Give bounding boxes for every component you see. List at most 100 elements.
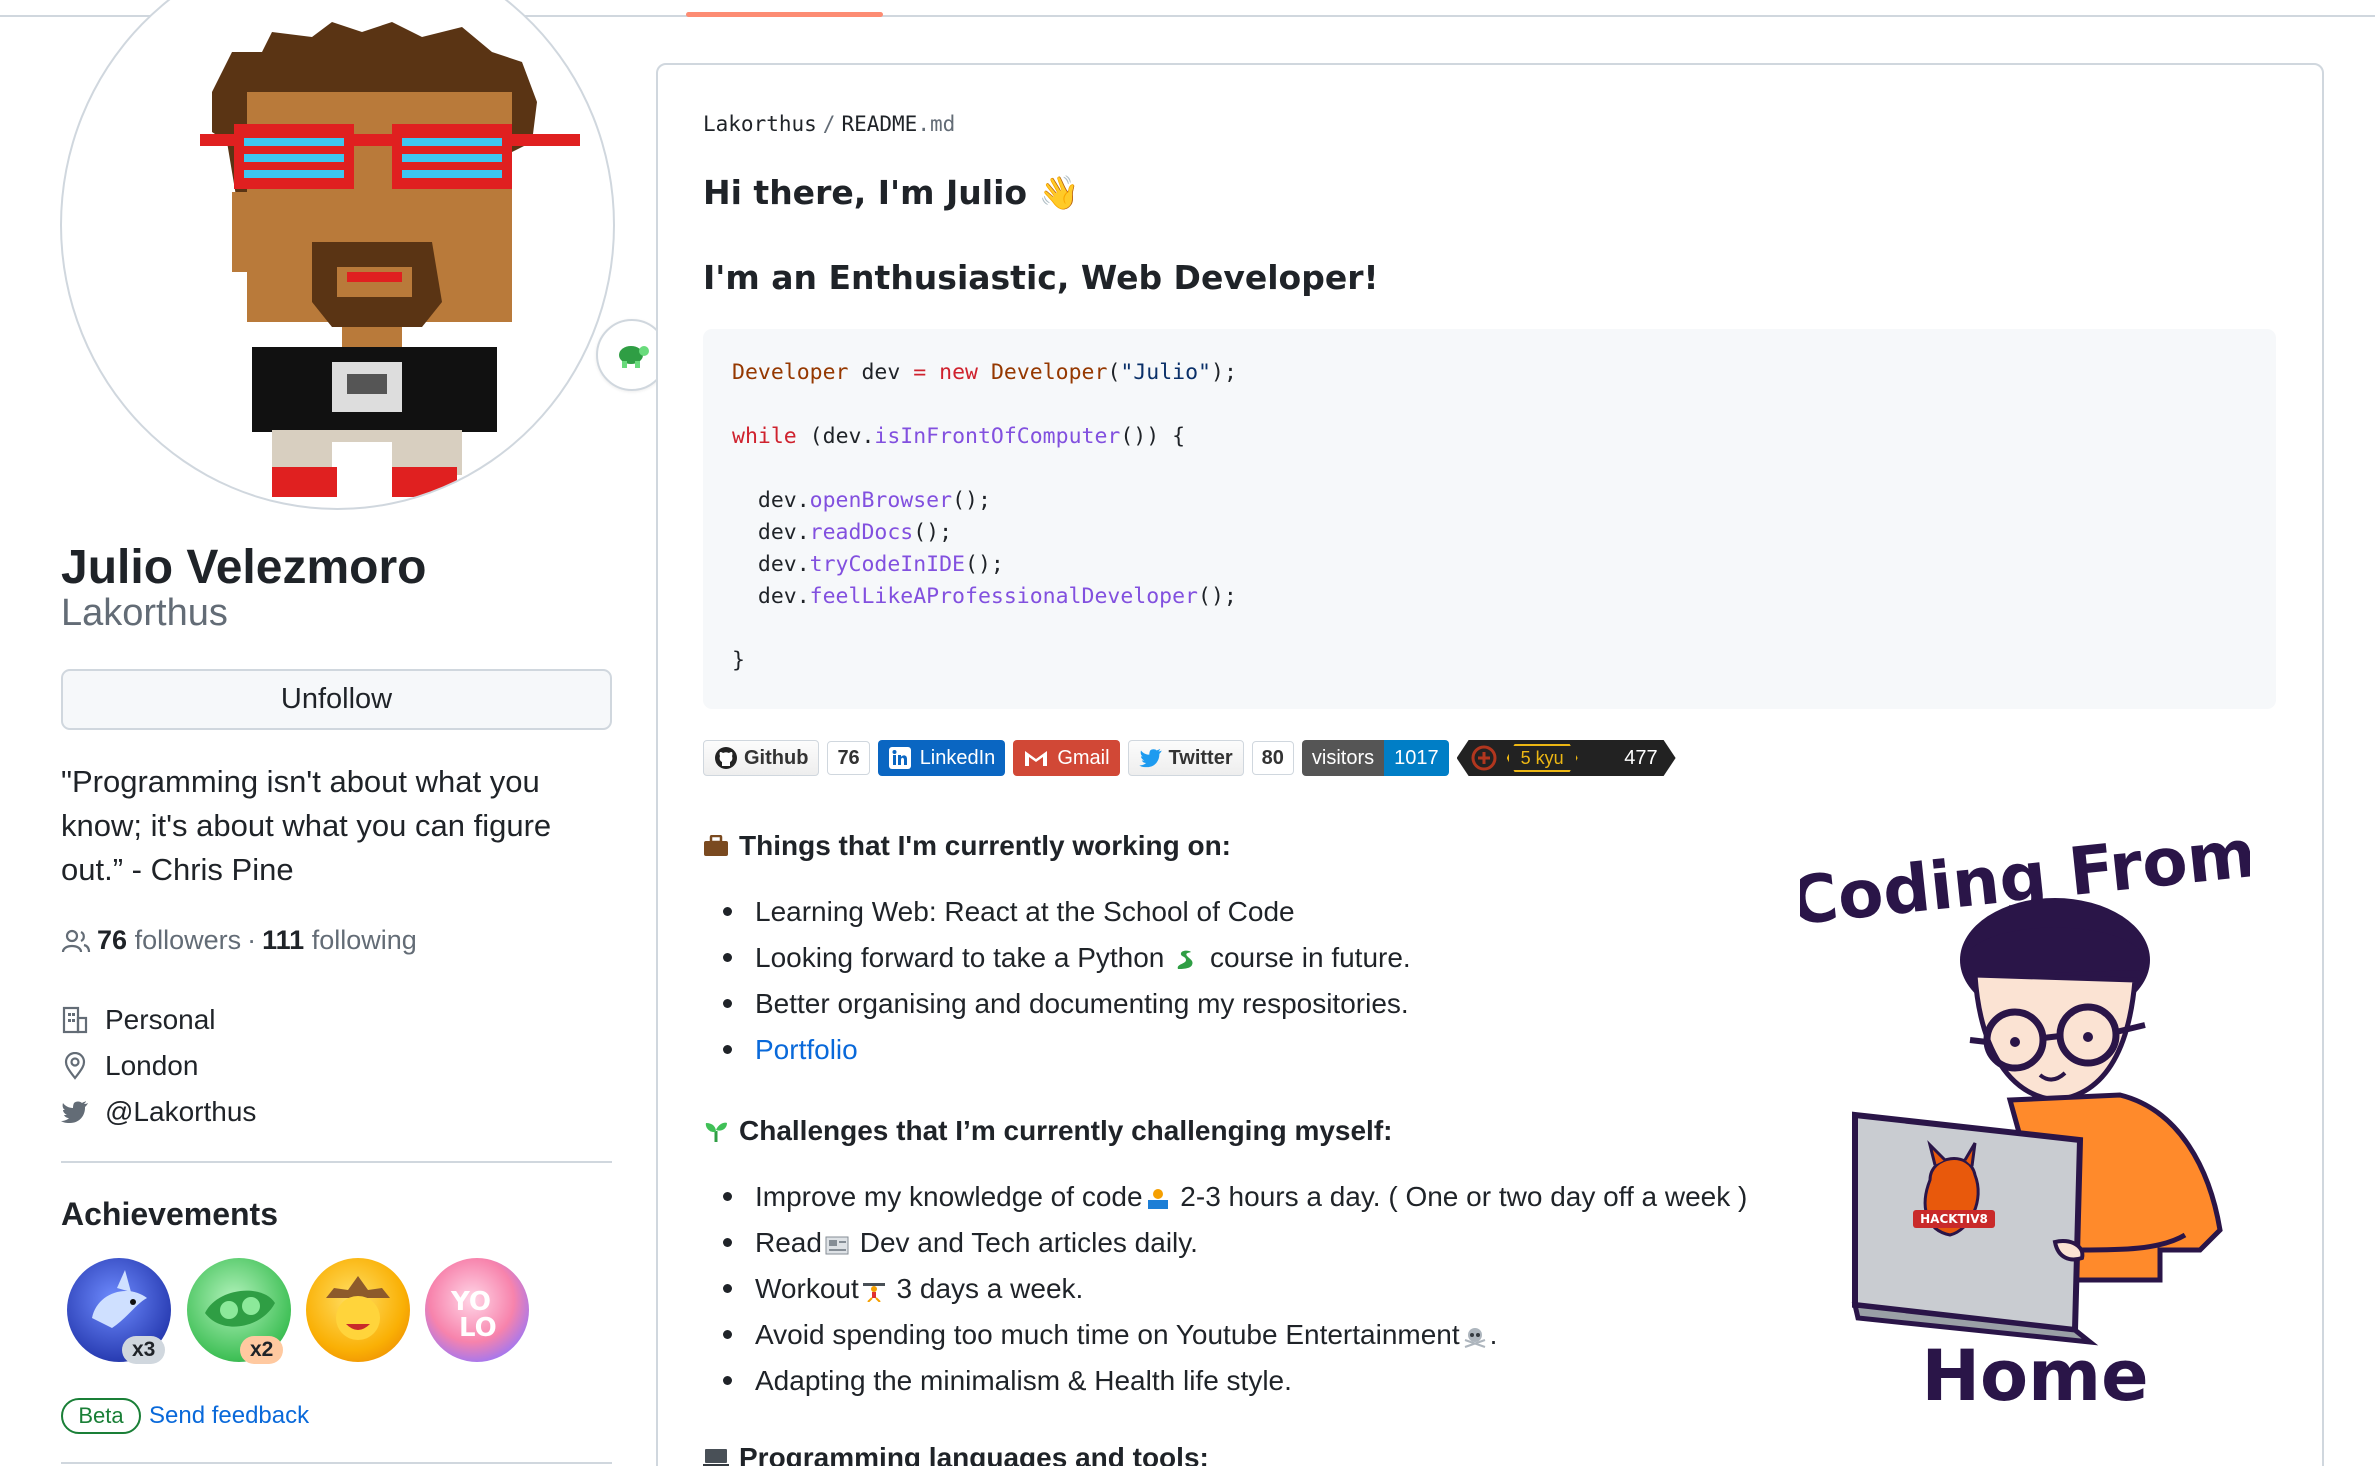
challenges-list: Improve my knowledge of code 2-3 hours a…	[703, 1174, 1747, 1404]
technologist-icon	[1147, 1188, 1168, 1209]
cowboy-icon	[326, 1276, 390, 1340]
working-heading-text: Things that I'm currently working on:	[739, 830, 1232, 861]
briefcase-icon	[704, 835, 728, 856]
linkedin-icon	[888, 747, 911, 769]
linkedin-badge[interactable]: LinkedIn	[877, 740, 1006, 776]
code-token: }	[732, 648, 745, 673]
twitter-badge[interactable]: Twitter	[1127, 740, 1244, 776]
profile-full-name: Julio Velezmoro	[61, 541, 427, 594]
pixel-avatar-art	[200, 22, 580, 497]
list-item-text: Avoid spending too much time on Youtube …	[755, 1319, 1460, 1350]
following-link[interactable]: 111 following	[262, 925, 417, 956]
readme-path: Lakorthus / README.md	[703, 112, 955, 136]
list-item-text: 3 days a week.	[888, 1273, 1084, 1304]
list-item-text: Workout	[755, 1273, 859, 1304]
detail-twitter-text[interactable]: @Lakorthus	[105, 1096, 256, 1128]
codewars-score: 477	[1624, 746, 1658, 769]
twitter-icon	[61, 1098, 89, 1126]
visitors-count: 1017	[1384, 740, 1449, 776]
following-label: following	[311, 925, 417, 955]
list-item: Workout 3 days a week.	[703, 1266, 1747, 1312]
code-token: ()) {	[1120, 424, 1186, 449]
readme-owner-link[interactable]: Lakorthus	[703, 112, 817, 136]
yolo-icon: YOLO	[450, 1287, 497, 1343]
code-token: "Julio"	[1120, 360, 1211, 385]
follow-separator: ·	[247, 925, 257, 955]
gmail-icon	[1025, 751, 1048, 766]
challenges-heading: Challenges that I’m currently challengin…	[703, 1115, 1393, 1147]
codewars-icon	[1471, 745, 1497, 771]
visitors-label: visitors	[1301, 740, 1385, 776]
path-separator: /	[822, 112, 836, 136]
avatar-image	[60, 0, 615, 510]
achievements-title[interactable]: Achievements	[61, 1196, 278, 1233]
code-token: new	[939, 360, 978, 385]
github-badge[interactable]: Github	[703, 740, 820, 776]
code-token: while	[732, 424, 797, 449]
turtle-icon	[619, 346, 649, 368]
list-item: Learning Web: React at the School of Cod…	[703, 889, 1411, 935]
list-item-text: course in future.	[1209, 942, 1411, 973]
sidebar-divider	[61, 1161, 612, 1163]
profile-username: Lakorthus	[61, 592, 228, 634]
code-token: feelLikeAProfessionalDeveloper	[809, 584, 1198, 609]
github-icon	[715, 747, 737, 769]
readme-file-link[interactable]: README	[841, 112, 917, 136]
list-item-text: Improve my knowledge of code	[755, 1181, 1143, 1212]
portfolio-link[interactable]: Portfolio	[755, 1034, 858, 1065]
newspaper-icon	[825, 1236, 849, 1255]
codewars-rank: 5 kyu	[1507, 744, 1578, 772]
beta-label: Beta	[61, 1398, 141, 1434]
organization-icon	[61, 1006, 89, 1034]
visitors-badge: visitors 1017	[1301, 740, 1449, 776]
code-token: Developer	[732, 360, 849, 385]
achievement-yolo-badge[interactable]: YO LO	[425, 1258, 529, 1362]
achievement-quickdraw-badge[interactable]	[306, 1258, 410, 1362]
people-icon	[61, 929, 91, 952]
detail-twitter[interactable]: @Lakorthus	[61, 1089, 256, 1135]
profile-bio: "Programming isn't about what you know; …	[61, 764, 552, 887]
weightlifter-icon	[862, 1282, 885, 1302]
code-token: =	[913, 360, 927, 385]
skull-crossbones-icon	[1464, 1327, 1485, 1348]
list-item: Read Dev and Tech articles daily.	[703, 1220, 1747, 1266]
detail-organization: Personal	[61, 997, 256, 1043]
twitter-followers-count: 80	[1251, 741, 1294, 775]
codewars-badge[interactable]: 5 kyu 477	[1457, 740, 1676, 776]
list-item: Improve my knowledge of code 2-3 hours a…	[703, 1174, 1747, 1220]
followers-link[interactable]: 76 followers	[97, 925, 241, 956]
readme-extension: .md	[917, 112, 956, 136]
code-token: Developer	[990, 360, 1108, 385]
laptop-sticker-text: HACKTIV8	[1920, 1212, 1988, 1226]
gmail-badge[interactable]: Gmail	[1013, 740, 1120, 776]
list-item-text: Looking forward to take a Python	[755, 942, 1165, 973]
code-token: readDocs	[809, 520, 914, 545]
twitter-badge-label: Twitter	[1168, 746, 1233, 769]
badge-row: Github 76 LinkedIn Gmail Twitter 80 visi…	[703, 738, 1676, 778]
followers-label: followers	[134, 925, 242, 955]
avatar[interactable]	[60, 0, 668, 510]
seedling-icon	[705, 1122, 727, 1142]
illustration-title-bottom: Home	[1921, 1335, 2148, 1410]
svg-text:LO: LO	[459, 1313, 497, 1343]
list-item: Adapting the minimalism & Health life st…	[703, 1358, 1747, 1404]
linkedin-badge-label: LinkedIn	[919, 746, 996, 769]
followers-count: 76	[97, 925, 128, 955]
unfollow-button[interactable]: Unfollow	[61, 669, 612, 730]
list-item-text: Read	[755, 1227, 822, 1258]
readme-greeting: Hi there, I'm Julio 👋	[703, 173, 1080, 212]
detail-location: London	[61, 1043, 256, 1089]
readme-subtitle: I'm an Enthusiastic, Web Developer!	[703, 258, 1379, 297]
list-item: Avoid spending too much time on Youtube …	[703, 1312, 1747, 1358]
sidebar-divider-bottom	[61, 1462, 612, 1464]
achievement-shark-count: x3	[122, 1336, 166, 1364]
send-feedback-link[interactable]: Send feedback	[149, 1402, 309, 1430]
achievement-pair-count: x2	[240, 1336, 284, 1364]
profile-page: Julio Velezmoro Lakorthus Unfollow "Prog…	[0, 0, 2375, 1466]
languages-heading: Programming languages and tools:	[703, 1442, 1209, 1466]
detail-location-text: London	[105, 1050, 199, 1081]
challenges-heading-text: Challenges that I’m currently challengin…	[739, 1115, 1393, 1146]
code-block: Developer dev = new Developer("Julio"); …	[703, 329, 2276, 709]
code-token: (dev.	[796, 424, 875, 449]
following-count: 111	[262, 925, 305, 955]
